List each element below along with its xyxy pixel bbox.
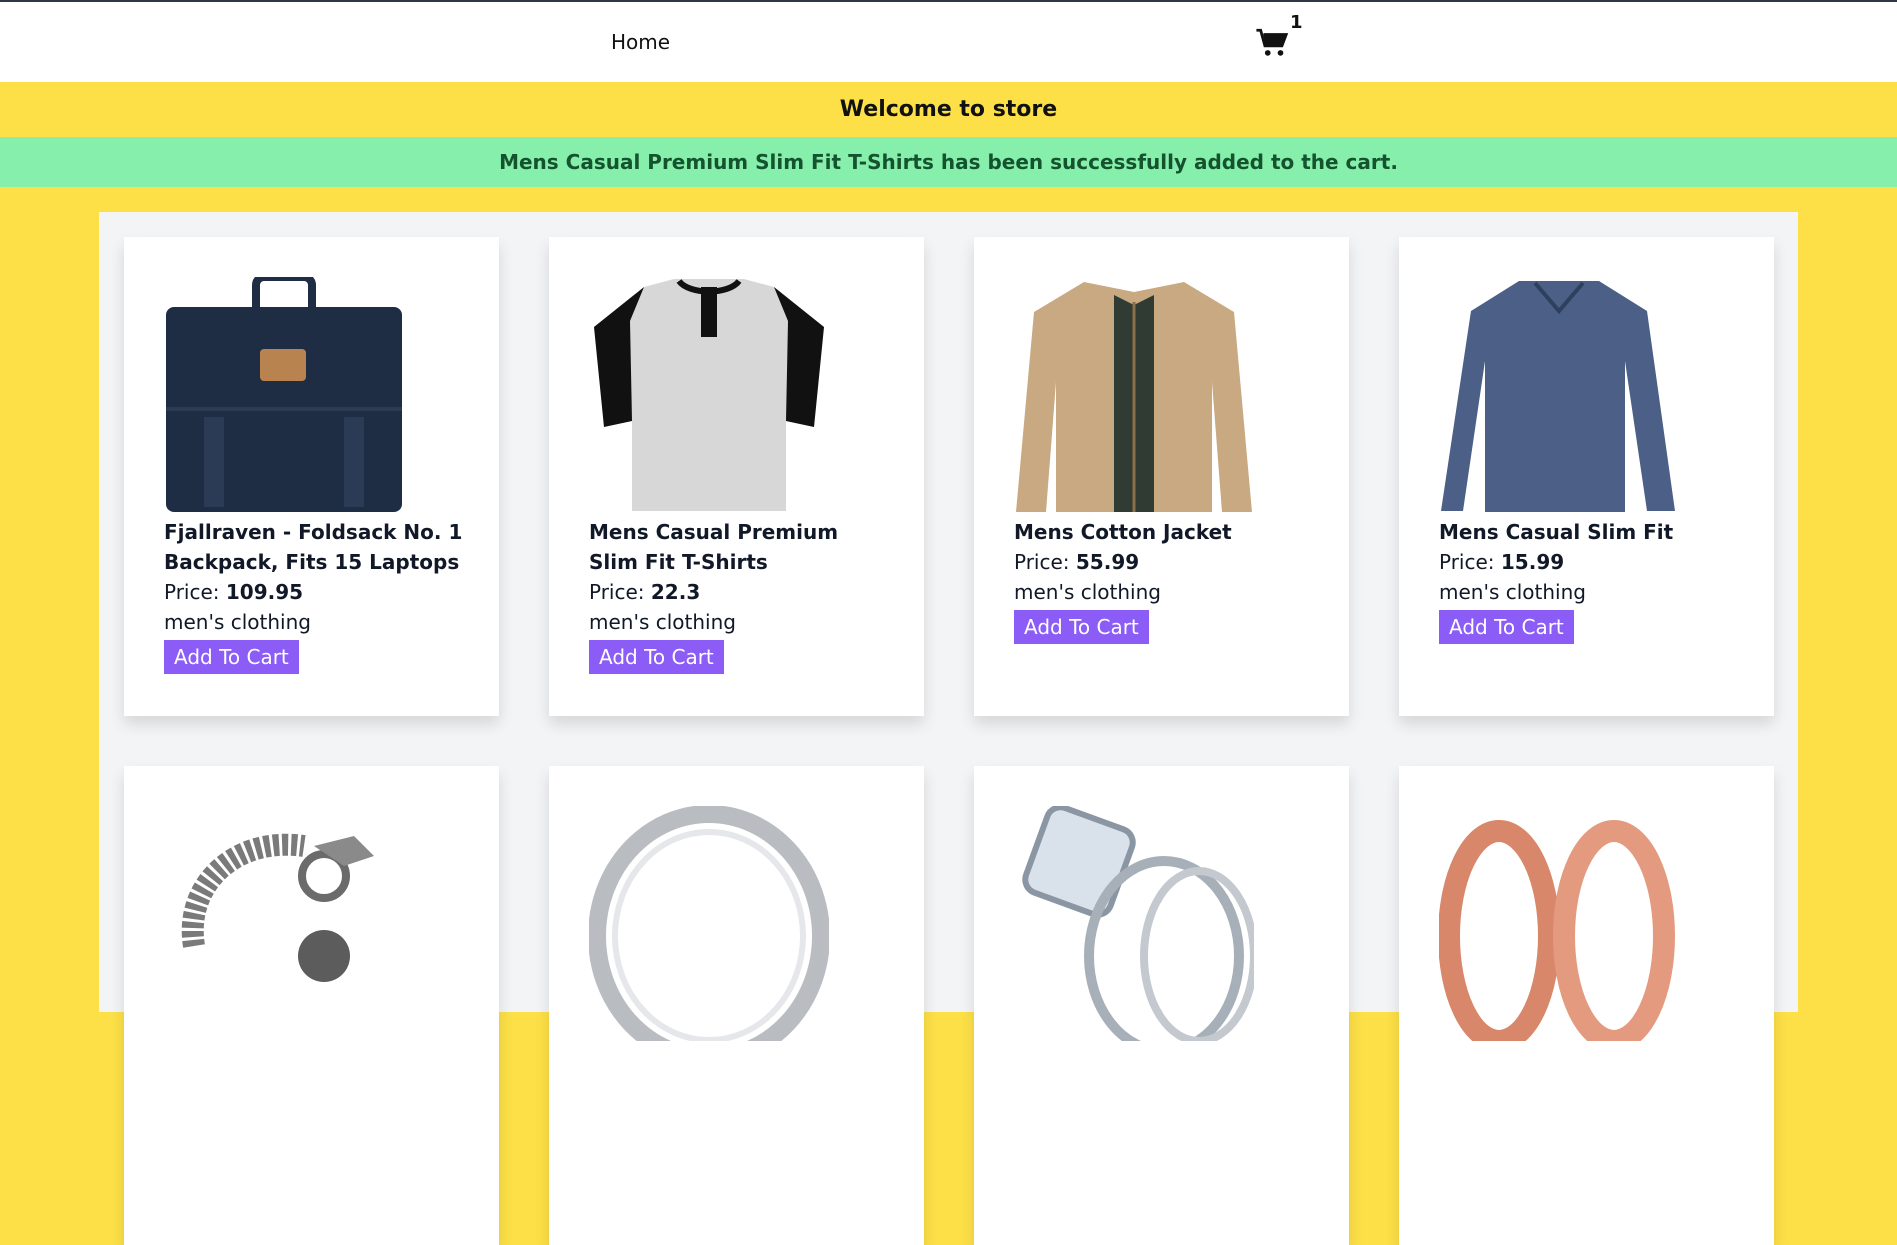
product-card: Mens Casual Premium Slim Fit T-Shirts Pr… [549,237,924,716]
product-image [589,277,829,512]
longsleeve-shirt-icon [1441,281,1675,512]
tshirt-icon [594,278,824,511]
add-to-cart-button[interactable]: Add To Cart [164,640,299,674]
product-info: Fjallraven - Foldsack No. 1 Backpack, Fi… [164,517,464,674]
cart-icon[interactable] [1255,26,1289,60]
navbar: Home 1 [0,2,1897,82]
product-image [164,806,404,1041]
product-price: Price: 15.99 [1439,547,1739,577]
product-grid-container: Fjallraven - Foldsack No. 1 Backpack, Fi… [99,212,1798,1245]
product-card: Mens Casual Slim Fit Price: 15.99 men's … [1399,237,1774,716]
welcome-banner: Welcome to store [0,82,1897,137]
jacket-icon [1016,282,1252,512]
add-to-cart-button[interactable]: Add To Cart [1014,610,1149,644]
product-category: men's clothing [1014,580,1161,604]
price-label: Price: [1014,550,1076,574]
product-image [164,277,404,512]
price-value: 55.99 [1075,550,1140,574]
product-category: men's clothing [589,610,736,634]
add-to-cart-button[interactable]: Add To Cart [1439,610,1574,644]
product-price: Price: 22.3 [589,577,889,607]
product-title[interactable]: Fjallraven - Foldsack No. 1 Backpack, Fi… [164,517,464,577]
product-info: Mens Casual Slim Fit Price: 15.99 men's … [1439,517,1739,644]
success-notice: Mens Casual Premium Slim Fit T-Shirts ha… [0,137,1897,187]
product-category: men's clothing [1439,580,1586,604]
product-card [124,766,499,1245]
backpack-icon [166,277,402,512]
product-card [1399,766,1774,1245]
product-image [1439,806,1679,1041]
diamond-ring-icon [1022,806,1254,1041]
price-value: 22.3 [650,580,701,604]
product-card: Fjallraven - Foldsack No. 1 Backpack, Fi… [124,237,499,716]
cart-count-badge: 1 [1290,12,1303,33]
product-title[interactable]: Mens Casual Slim Fit [1439,517,1739,547]
product-card: Mens Cotton Jacket Price: 55.99 men's cl… [974,237,1349,716]
product-card [974,766,1349,1245]
product-info: Mens Cotton Jacket Price: 55.99 men's cl… [1014,517,1314,644]
rose-gold-rings-icon [1439,820,1675,1041]
price-label: Price: [1439,550,1501,574]
ring-icon [589,806,829,1041]
price-label: Price: [589,580,651,604]
price-value: 109.95 [225,580,304,604]
product-title[interactable]: Mens Casual Premium Slim Fit T-Shirts [589,517,889,577]
bracelet-icon [181,833,374,982]
product-price: Price: 109.95 [164,577,464,607]
product-image [1014,277,1254,512]
product-info: Mens Casual Premium Slim Fit T-Shirts Pr… [589,517,889,674]
product-grid: Fjallraven - Foldsack No. 1 Backpack, Fi… [124,237,1774,1245]
product-price: Price: 55.99 [1014,547,1314,577]
product-title[interactable]: Mens Cotton Jacket [1014,517,1314,547]
product-category: men's clothing [164,610,311,634]
product-card [549,766,924,1245]
nav-home-link[interactable]: Home [611,30,670,54]
product-image [1439,277,1679,512]
price-value: 15.99 [1500,550,1565,574]
product-image [589,806,829,1041]
product-image [1014,806,1254,1041]
price-label: Price: [164,580,226,604]
add-to-cart-button[interactable]: Add To Cart [589,640,724,674]
